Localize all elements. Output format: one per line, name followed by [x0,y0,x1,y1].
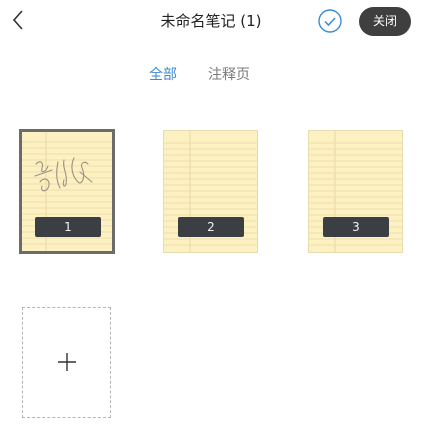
top-bar: 未命名笔记 (1) 关闭 [0,0,422,44]
tab-all[interactable]: 全部 [149,64,177,84]
filter-tabs: 全部 注释页 [0,64,422,86]
close-button[interactable]: 关闭 [359,7,411,36]
page-thumbnail-2[interactable]: 2 [163,130,258,253]
select-button[interactable] [317,8,343,34]
tab-annotated-pages[interactable]: 注释页 [208,64,250,84]
handwriting-scribble [34,157,93,192]
page-number-badge: 2 [178,217,244,237]
check-circle-icon [318,9,342,33]
page-thumbnail-1[interactable]: 1 [19,129,115,254]
add-page-button[interactable] [22,307,111,418]
page-number-badge: 1 [35,217,101,237]
plus-icon [58,353,76,371]
page-thumbnail-3[interactable]: 3 [308,130,403,253]
page-number-badge: 3 [323,217,389,237]
